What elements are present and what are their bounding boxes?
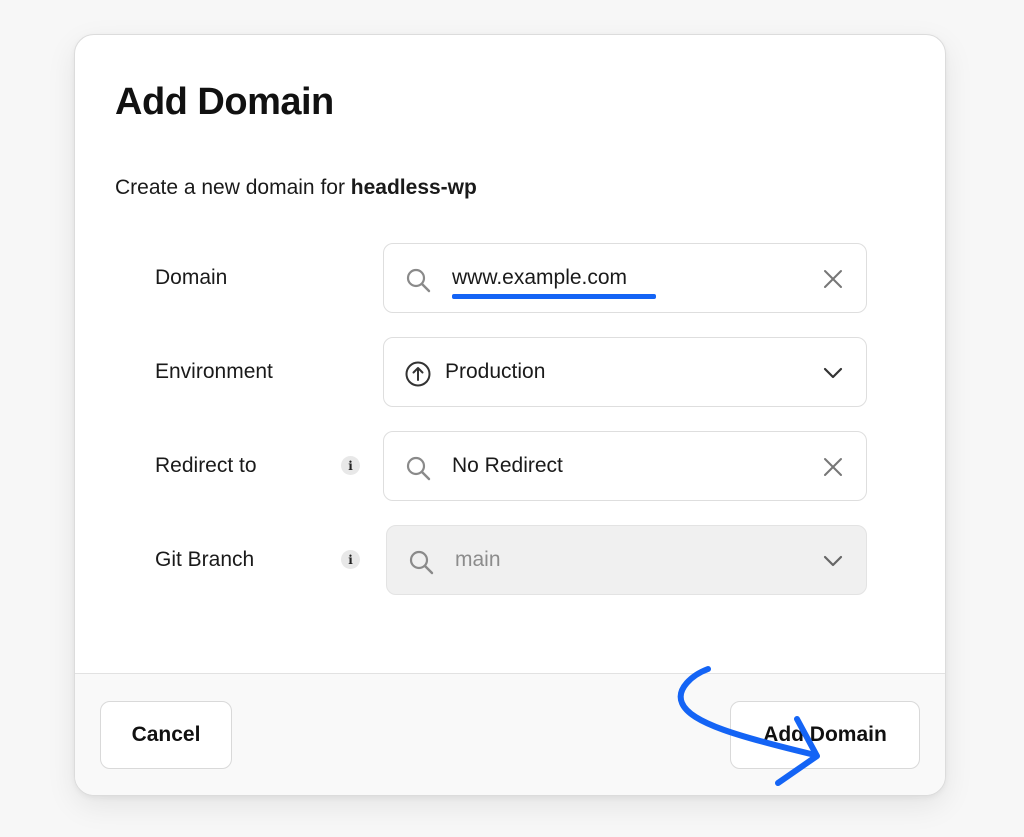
environment-value: Production (445, 360, 546, 383)
domain-highlight-underline (452, 294, 656, 299)
page-background: Add Domain Create a new domain for headl… (0, 0, 1024, 837)
cancel-button[interactable]: Cancel (100, 701, 232, 769)
domain-input-value[interactable]: www.example.com (452, 266, 627, 290)
chevron-down-icon (823, 555, 843, 567)
git-branch-placeholder: main (455, 548, 501, 571)
close-icon[interactable] (822, 456, 844, 478)
search-icon (406, 456, 431, 481)
dialog-subtitle: Create a new domain for headless-wp (115, 176, 477, 200)
environment-label: Environment (155, 360, 273, 383)
search-icon (409, 550, 434, 575)
add-domain-dialog: Add Domain Create a new domain for headl… (74, 34, 946, 796)
info-icon[interactable]: i (341, 456, 360, 475)
domain-label: Domain (155, 266, 228, 289)
dialog-title: Add Domain (115, 81, 334, 123)
chevron-down-icon (823, 367, 843, 379)
environment-select[interactable]: Production (383, 337, 867, 407)
git-branch-select: main (386, 525, 867, 595)
search-icon (406, 268, 431, 293)
domain-field[interactable]: www.example.com (383, 243, 867, 313)
git-branch-label: Git Branch (155, 548, 255, 571)
redirect-label: Redirect to (155, 454, 257, 477)
project-name: headless-wp (350, 176, 477, 199)
arrow-up-circle-icon (405, 361, 431, 387)
subtitle-prefix: Create a new domain for (115, 176, 351, 199)
info-icon[interactable]: i (341, 550, 360, 569)
annotation-arrow-icon (677, 666, 820, 786)
redirect-value[interactable]: No Redirect (452, 454, 563, 478)
redirect-field[interactable]: No Redirect (383, 431, 867, 501)
close-icon[interactable] (822, 268, 844, 290)
